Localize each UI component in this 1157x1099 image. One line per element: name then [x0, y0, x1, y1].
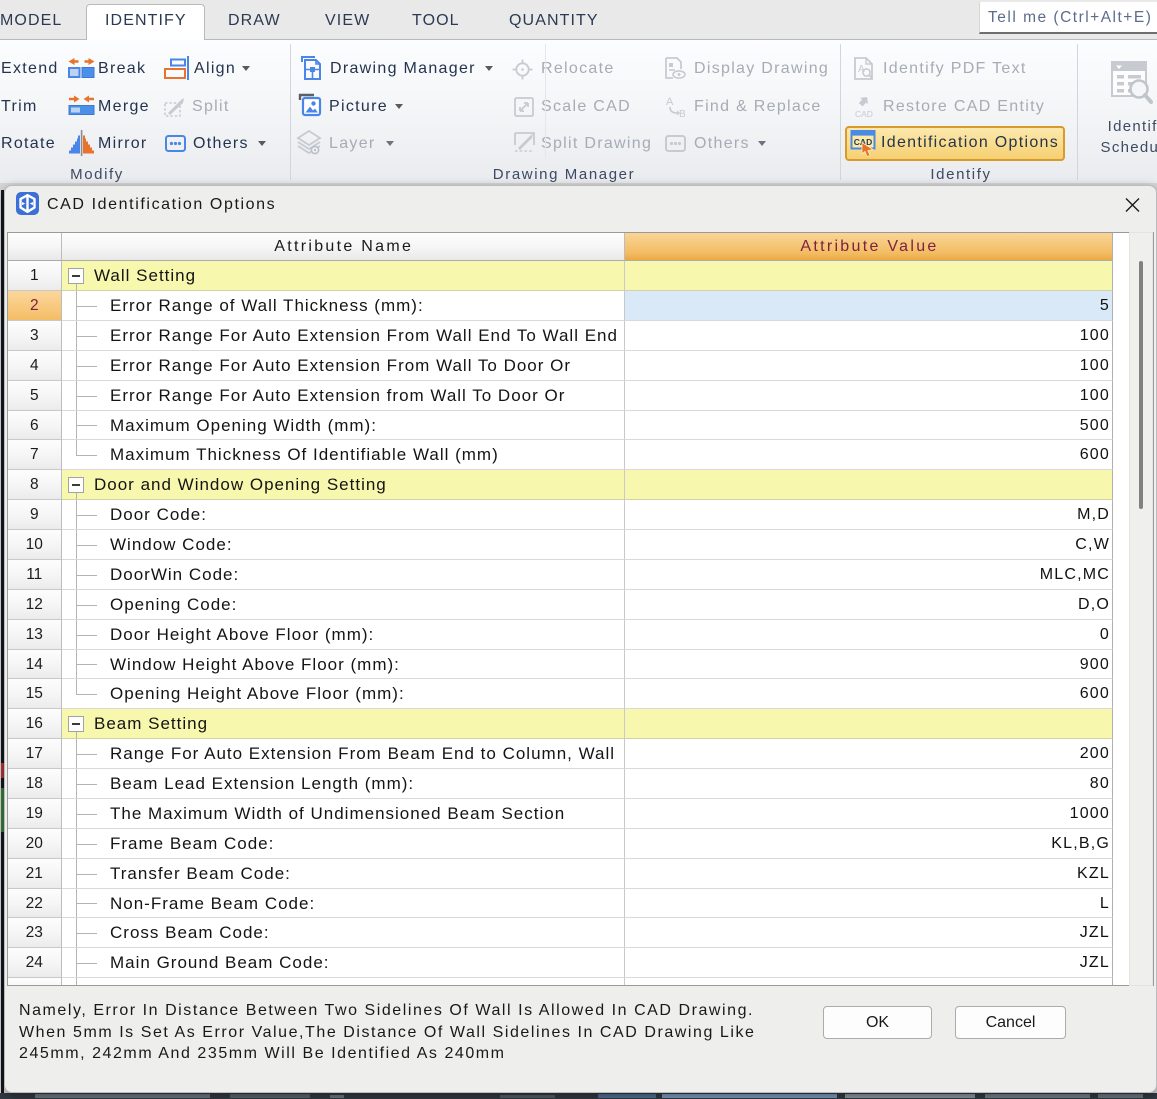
- svg-text:B: B: [679, 109, 686, 119]
- svg-text:A: A: [666, 96, 674, 108]
- svg-text:CAD: CAD: [855, 109, 873, 119]
